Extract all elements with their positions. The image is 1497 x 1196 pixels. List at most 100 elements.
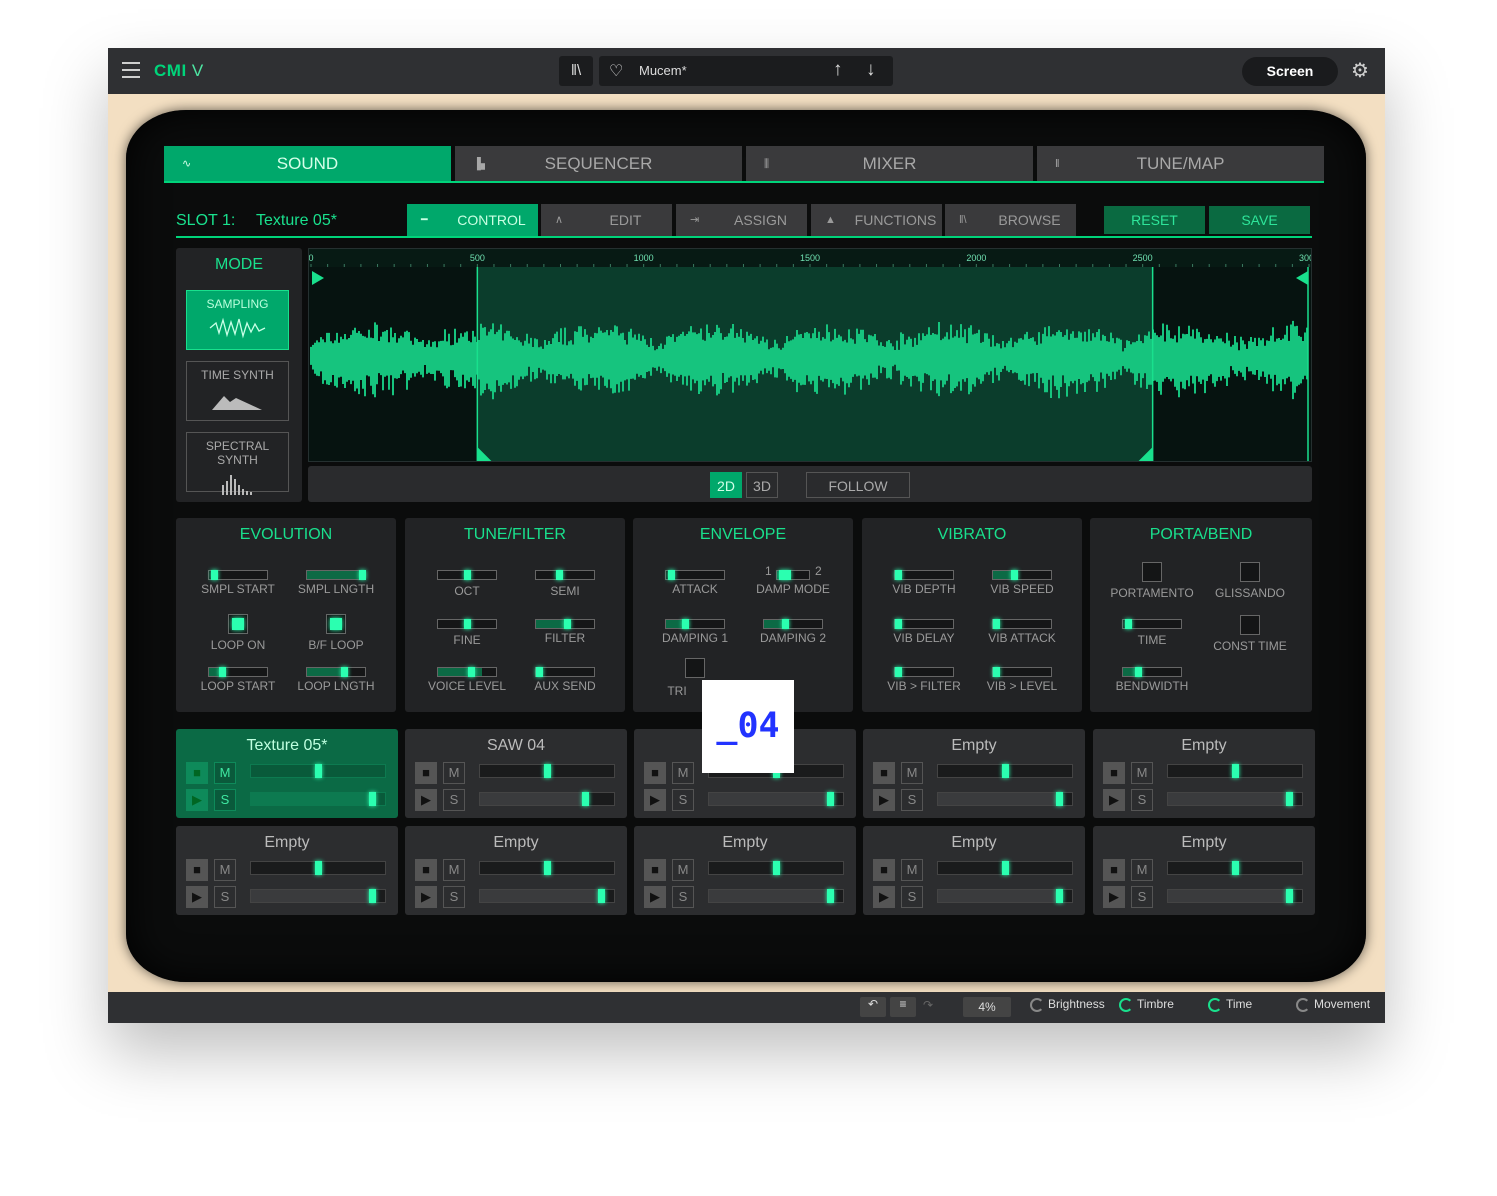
solo-button[interactable]: S xyxy=(443,886,465,908)
pan-knob[interactable] xyxy=(1232,764,1239,778)
screen-button[interactable]: Screen xyxy=(1242,57,1338,86)
mute-button[interactable]: M xyxy=(901,859,923,881)
volume-slider[interactable] xyxy=(479,889,615,903)
mute-button[interactable]: M xyxy=(443,762,465,784)
volume-slider[interactable] xyxy=(250,889,386,903)
volume-slider[interactable] xyxy=(708,889,844,903)
volume-slider[interactable] xyxy=(250,792,386,806)
pan-knob[interactable] xyxy=(544,861,551,875)
play-icon[interactable]: ▶ xyxy=(1103,789,1125,811)
pan-knob[interactable] xyxy=(315,861,322,875)
solo-button[interactable]: S xyxy=(672,789,694,811)
slot-tile[interactable]: Empty ■ M ▶ S xyxy=(1093,826,1315,915)
arrow-up-icon[interactable]: ↑ xyxy=(833,59,843,81)
subtab-assign[interactable]: ⇥ ASSIGN xyxy=(676,204,807,236)
volume-knob[interactable] xyxy=(598,889,605,903)
volume-knob[interactable] xyxy=(582,792,589,806)
volume-slider[interactable] xyxy=(937,889,1073,903)
solo-button[interactable]: S xyxy=(672,886,694,908)
volume-knob[interactable] xyxy=(1286,792,1293,806)
reset-button[interactable]: RESET xyxy=(1104,206,1205,234)
solo-button[interactable]: S xyxy=(214,789,236,811)
volume-knob[interactable] xyxy=(1056,889,1063,903)
pan-slider[interactable] xyxy=(937,764,1073,778)
play-icon[interactable]: ▶ xyxy=(1103,886,1125,908)
solo-button[interactable]: S xyxy=(901,886,923,908)
arrow-down-icon[interactable]: ↓ xyxy=(866,59,876,81)
gear-icon[interactable]: ⚙ xyxy=(1351,58,1369,83)
volume-slider[interactable] xyxy=(937,792,1073,806)
play-icon[interactable]: ▶ xyxy=(644,789,666,811)
slot-tile[interactable]: Empty ■ M ▶ S xyxy=(1093,729,1315,818)
volume-knob[interactable] xyxy=(1056,792,1063,806)
menu-icon[interactable] xyxy=(122,62,140,78)
folder-icon[interactable]: ■ xyxy=(873,762,895,784)
volume-knob[interactable] xyxy=(827,889,834,903)
subtab-edit[interactable]: ∧ EDIT xyxy=(541,204,672,236)
sample-end-handle[interactable] xyxy=(1296,271,1308,285)
volume-slider[interactable] xyxy=(1167,889,1303,903)
macro-movement[interactable]: Movement xyxy=(1296,997,1370,1012)
save-button[interactable]: SAVE xyxy=(1209,206,1310,234)
mute-button[interactable]: M xyxy=(214,762,236,784)
solo-button[interactable]: S xyxy=(901,789,923,811)
mute-button[interactable]: M xyxy=(1131,762,1153,784)
macro-timbre[interactable]: Timbre xyxy=(1119,997,1174,1012)
pan-slider[interactable] xyxy=(1167,764,1303,778)
preset-selector[interactable]: ♡ Mucem* ↑ ↓ xyxy=(599,56,893,86)
mode-sampling-button[interactable]: SAMPLING xyxy=(186,290,289,350)
pan-knob[interactable] xyxy=(544,764,551,778)
pan-slider[interactable] xyxy=(479,861,615,875)
play-icon[interactable]: ▶ xyxy=(644,886,666,908)
mode-time-synth-button[interactable]: TIME SYNTH xyxy=(186,361,289,421)
folder-icon[interactable]: ■ xyxy=(415,762,437,784)
pan-slider[interactable] xyxy=(250,861,386,875)
mute-button[interactable]: M xyxy=(672,859,694,881)
undo-icon[interactable]: ↶ xyxy=(860,997,886,1017)
folder-icon[interactable]: ■ xyxy=(644,859,666,881)
slot-tile[interactable]: Texture 05* ■ M ▶ S xyxy=(176,729,398,818)
volume-knob[interactable] xyxy=(1286,889,1293,903)
tab-mixer[interactable]: ⫼ MIXER xyxy=(746,146,1033,182)
folder-icon[interactable]: ■ xyxy=(415,859,437,881)
pan-slider[interactable] xyxy=(1167,861,1303,875)
volume-slider[interactable] xyxy=(708,792,844,806)
redo-icon[interactable]: ↷ xyxy=(923,998,933,1012)
mute-button[interactable]: M xyxy=(672,762,694,784)
view-3d-button[interactable]: 3D xyxy=(746,472,778,498)
slot-tile[interactable]: Empty ■ M ▶ S xyxy=(863,729,1085,818)
tab-sound[interactable]: ∿ SOUND xyxy=(164,146,451,182)
play-icon[interactable]: ▶ xyxy=(873,789,895,811)
play-icon[interactable]: ▶ xyxy=(873,886,895,908)
history-icon[interactable]: ≡ xyxy=(890,997,916,1017)
folder-icon[interactable]: ■ xyxy=(1103,762,1125,784)
pan-knob[interactable] xyxy=(315,764,322,778)
library-icon[interactable]: ‖\ xyxy=(559,56,593,86)
sample-start-handle[interactable] xyxy=(312,271,324,285)
folder-icon[interactable]: ■ xyxy=(1103,859,1125,881)
mute-button[interactable]: M xyxy=(443,859,465,881)
volume-knob[interactable] xyxy=(827,792,834,806)
follow-button[interactable]: FOLLOW xyxy=(806,472,910,498)
slot-tile[interactable]: Empty ■ M ▶ S xyxy=(863,826,1085,915)
slot-tile[interactable]: Empty ■ M ▶ S xyxy=(405,826,627,915)
solo-button[interactable]: S xyxy=(214,886,236,908)
pan-slider[interactable] xyxy=(250,764,386,778)
pan-knob[interactable] xyxy=(773,861,780,875)
play-icon[interactable]: ▶ xyxy=(186,886,208,908)
play-icon[interactable]: ▶ xyxy=(186,789,208,811)
mute-button[interactable]: M xyxy=(214,859,236,881)
subtab-browse[interactable]: ‖\ BROWSE xyxy=(945,204,1076,236)
folder-icon[interactable]: ■ xyxy=(644,762,666,784)
pan-knob[interactable] xyxy=(1232,861,1239,875)
mute-button[interactable]: M xyxy=(1131,859,1153,881)
solo-button[interactable]: S xyxy=(1131,886,1153,908)
heart-icon[interactable]: ♡ xyxy=(609,61,623,81)
pan-knob[interactable] xyxy=(1002,861,1009,875)
play-icon[interactable]: ▶ xyxy=(415,886,437,908)
volume-knob[interactable] xyxy=(369,792,376,806)
mode-spectral-synth-button[interactable]: SPECTRAL SYNTH xyxy=(186,432,289,495)
pan-slider[interactable] xyxy=(479,764,615,778)
folder-icon[interactable]: ■ xyxy=(186,859,208,881)
waveform-display[interactable]: 0 500 1000 1500 2000 2500 3000 xyxy=(308,248,1319,462)
